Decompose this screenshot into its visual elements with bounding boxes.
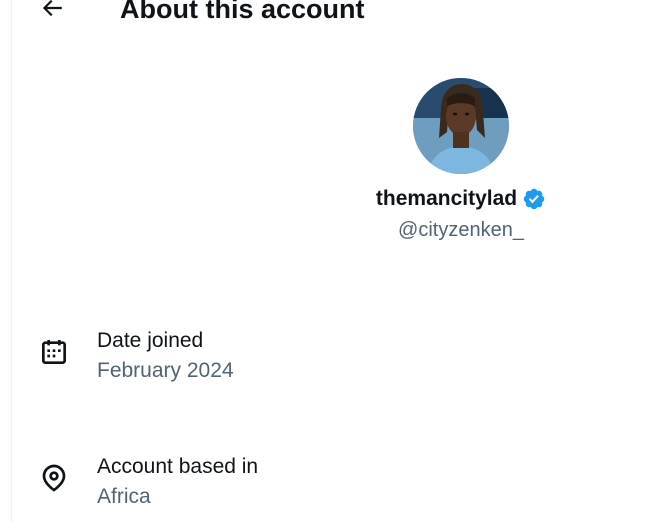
date-joined-text: Date joined February 2024 [97,326,234,386]
avatar-image [413,78,509,174]
back-button[interactable] [32,0,72,26]
display-name-row: themancitylad [376,186,546,212]
page-title: About this account [120,0,365,24]
back-arrow-icon [42,0,62,17]
date-joined-row: Date joined February 2024 [38,326,234,386]
verified-badge-icon [523,188,545,210]
profile-summary: themancitylad @cityzenken_ [340,78,582,242]
date-joined-label: Date joined [97,329,204,352]
about-account-page: About this account themancitylad @cityze… [0,0,647,522]
location-pin-icon [42,464,66,492]
account-location-value: Africa [97,485,151,508]
account-location-row: Account based in Africa [38,452,258,512]
avatar[interactable] [413,78,509,174]
column-divider [11,0,12,522]
calendar-icon [42,340,66,364]
handle: @cityzenken_ [398,219,524,241]
account-location-text: Account based in Africa [97,452,258,512]
display-name: themancitylad [375,187,518,210]
date-joined-value: February 2024 [97,359,234,382]
account-location-label: Account based in [97,455,259,478]
